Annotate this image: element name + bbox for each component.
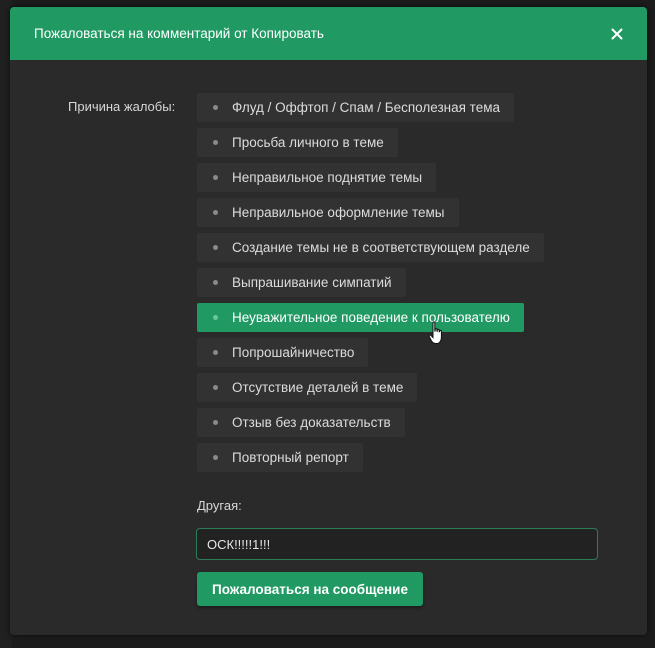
radio-dot-icon bbox=[213, 315, 218, 320]
other-reason-label: Другая: bbox=[197, 498, 242, 513]
reason-label: Неуважительное поведение к пользователю bbox=[232, 310, 510, 325]
radio-dot-icon bbox=[213, 455, 218, 460]
reason-label: Создание темы не в соответствующем разде… bbox=[232, 240, 530, 255]
reason-option-begging[interactable]: Попрошайничество bbox=[197, 338, 369, 367]
radio-dot-icon bbox=[213, 140, 218, 145]
radio-dot-icon bbox=[213, 105, 218, 110]
reason-label: Флуд / Оффтоп / Спам / Бесполезная тема bbox=[232, 100, 501, 115]
reason-option-begging-likes[interactable]: Выпрашивание симпатий bbox=[197, 268, 406, 297]
reason-option-no-details[interactable]: Отсутствие деталей в теме bbox=[197, 373, 418, 402]
radio-dot-icon bbox=[213, 245, 218, 250]
reason-label: Отсутствие деталей в теме bbox=[232, 380, 404, 395]
reason-option-no-proof[interactable]: Отзыв без доказательств bbox=[197, 408, 405, 437]
radio-dot-icon bbox=[213, 350, 218, 355]
reason-option-flood[interactable]: Флуд / Оффтоп / Спам / Бесполезная тема bbox=[197, 93, 515, 122]
reason-label: Неправильное поднятие темы bbox=[232, 170, 423, 185]
reason-option-wrong-section[interactable]: Создание темы не в соответствующем разде… bbox=[197, 233, 544, 262]
radio-dot-icon bbox=[213, 175, 218, 180]
reason-label: Отзыв без доказательств bbox=[232, 415, 391, 430]
reason-option-wrong-bump[interactable]: Неправильное поднятие темы bbox=[197, 163, 437, 192]
reasons-label: Причина жалобы: bbox=[68, 99, 176, 114]
report-modal: Пожаловаться на комментарий от Копироват… bbox=[10, 7, 647, 635]
reason-label: Выпрашивание симпатий bbox=[232, 275, 392, 290]
reason-label: Попрошайничество bbox=[232, 345, 355, 360]
other-reason-input[interactable] bbox=[196, 528, 598, 560]
submit-report-button[interactable]: Пожаловаться на сообщение bbox=[197, 572, 423, 606]
radio-dot-icon bbox=[213, 280, 218, 285]
reason-option-disrespect[interactable]: Неуважительное поведение к пользователю bbox=[197, 303, 524, 332]
modal-title: Пожаловаться на комментарий от Копироват… bbox=[34, 26, 324, 41]
reason-label: Неправильное оформление темы bbox=[232, 205, 445, 220]
reason-option-personal-request[interactable]: Просьба личного в теме bbox=[197, 128, 398, 157]
reasons-list: Флуд / Оффтоп / Спам / Бесполезная тема … bbox=[197, 93, 544, 478]
close-icon[interactable] bbox=[609, 26, 625, 42]
radio-dot-icon bbox=[213, 385, 218, 390]
modal-header: Пожаловаться на комментарий от Копироват… bbox=[10, 7, 647, 60]
radio-dot-icon bbox=[213, 420, 218, 425]
reason-label: Просьба личного в теме bbox=[232, 135, 384, 150]
reason-option-repeat-report[interactable]: Повторный репорт bbox=[197, 443, 363, 472]
reason-option-wrong-format[interactable]: Неправильное оформление темы bbox=[197, 198, 459, 227]
radio-dot-icon bbox=[213, 210, 218, 215]
reason-label: Повторный репорт bbox=[232, 450, 349, 465]
